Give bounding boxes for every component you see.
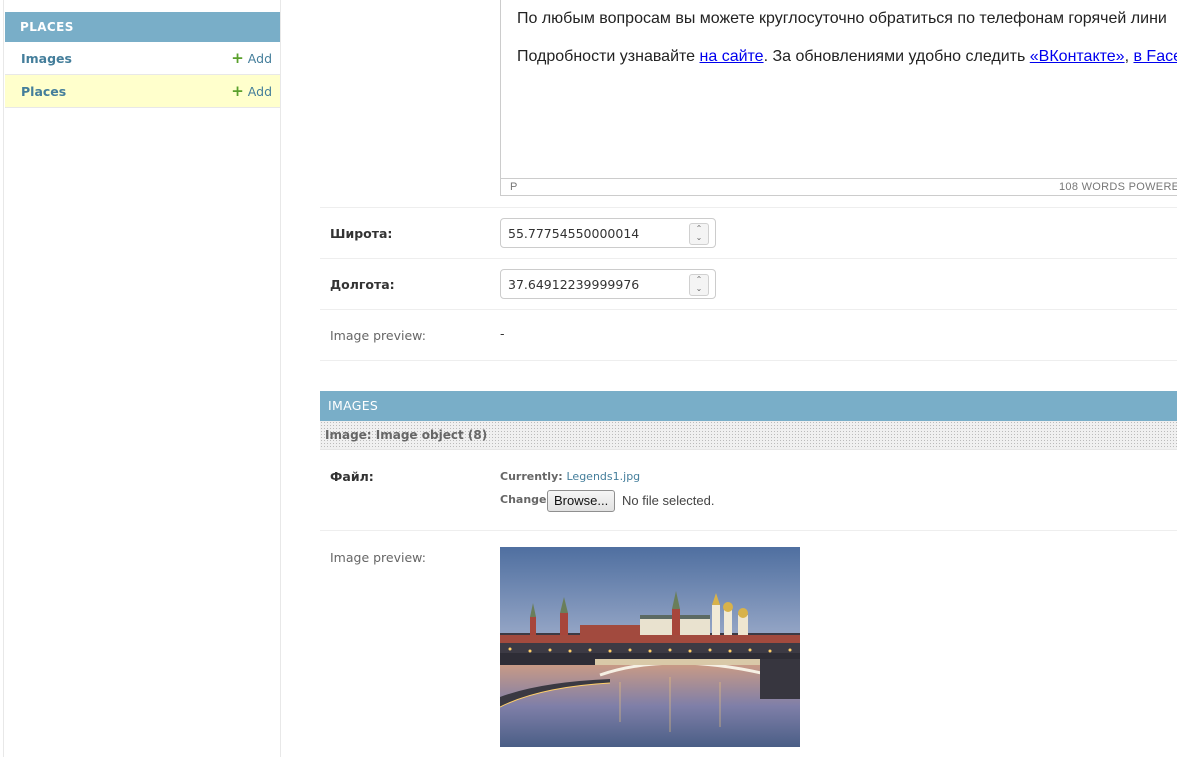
add-label: Add [247, 84, 272, 99]
add-images-link[interactable]: + Add [231, 42, 272, 75]
currently-line: Currently: Legends1.jpg [500, 470, 640, 483]
editor-text-segment: Подробности узнавайте [517, 48, 700, 65]
form-row-image-preview: Image preview: - [320, 310, 1177, 361]
element-path[interactable]: P [510, 179, 517, 195]
inline-object-title: Image: Image object (8) [320, 421, 1177, 450]
kremlin-preview-image [500, 547, 800, 747]
form-row-longitude: Долгота: 37.64912239999976 ⌃ ⌄ [320, 259, 1177, 310]
rich-text-editor[interactable]: По любым вопросам вы можете круглосуточн… [500, 0, 1177, 196]
current-file-link[interactable]: Legends1.jpg [567, 470, 641, 483]
facebook-link[interactable]: в Face [1133, 48, 1177, 65]
sidebar-item-places: Places + Add [5, 75, 280, 108]
editor-statusbar: P 108 WORDS POWERED [501, 178, 1177, 195]
model-link-images[interactable]: Images [21, 42, 72, 75]
file-label: Файл: [330, 469, 374, 484]
admin-sidebar: PLACES Images + Add Places + Add [3, 0, 281, 757]
module-caption-places[interactable]: PLACES [5, 12, 280, 42]
no-file-text: No file selected. [622, 493, 715, 508]
latitude-value: 55.77754550000014 [508, 226, 640, 241]
plus-icon: + [231, 49, 244, 67]
add-places-link[interactable]: + Add [231, 75, 272, 108]
site-link[interactable]: на сайте [700, 48, 764, 65]
longitude-value: 37.64912239999976 [508, 277, 640, 292]
latitude-input[interactable]: 55.77754550000014 ⌃ ⌄ [500, 218, 716, 248]
editor-paragraph-1: По любым вопросам вы можете круглосуточн… [517, 10, 1167, 27]
form-row-latitude: Широта: 55.77754550000014 ⌃ ⌄ [320, 208, 1177, 259]
word-count: 108 WORDS POWERED [1059, 181, 1177, 193]
model-link-places[interactable]: Places [21, 75, 66, 108]
image-preview-label: Image preview: [330, 328, 426, 343]
editor-paragraph-2: Подробности узнавайте на сайте. За обнов… [517, 48, 1177, 66]
vk-link[interactable]: «ВКонтакте» [1030, 48, 1125, 65]
add-label: Add [247, 51, 272, 66]
editor-text-segment: . За обновлениями удобно следить [763, 48, 1030, 65]
latitude-label: Широта: [330, 226, 393, 241]
spinner-icon[interactable]: ⌃ ⌄ [689, 274, 709, 296]
inline-images-header: IMAGES [320, 391, 1177, 421]
longitude-input[interactable]: 37.64912239999976 ⌃ ⌄ [500, 269, 716, 299]
longitude-label: Долгота: [330, 277, 395, 292]
currently-label: Currently: [500, 470, 563, 483]
change-label: Change: [500, 493, 551, 506]
form-row-file: Файл: [320, 450, 1177, 531]
browse-button[interactable]: Browse... [547, 490, 616, 512]
inline-image-preview-label: Image preview: [330, 550, 426, 565]
sidebar-item-images: Images + Add [5, 42, 280, 75]
image-preview-value: - [500, 326, 505, 341]
spinner-icon[interactable]: ⌃ ⌄ [689, 223, 709, 245]
plus-icon: + [231, 82, 244, 100]
